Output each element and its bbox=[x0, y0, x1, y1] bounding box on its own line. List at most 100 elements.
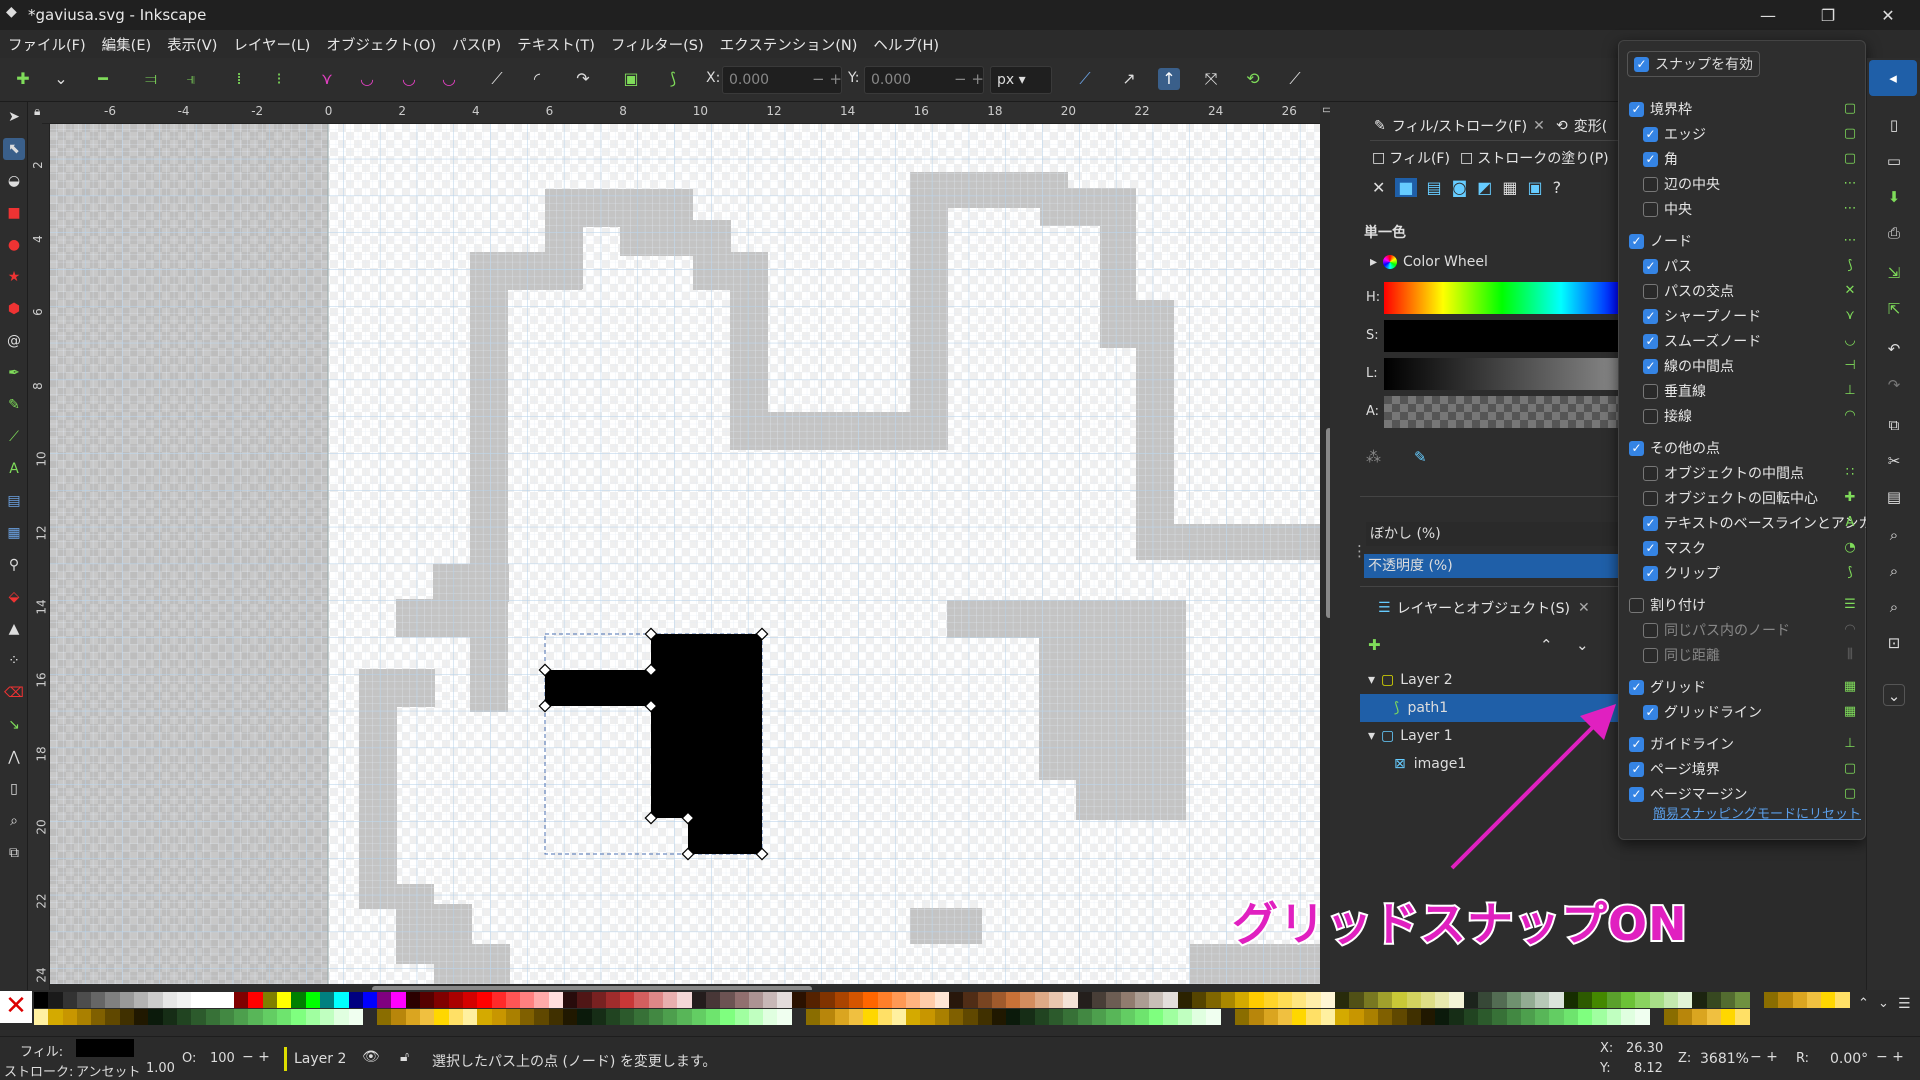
lpe-tool-icon[interactable]: ⋀ bbox=[3, 746, 25, 768]
3d-box-tool-icon[interactable]: ⬢ bbox=[3, 298, 25, 320]
color-swatch[interactable] bbox=[234, 1009, 249, 1025]
color-swatch[interactable] bbox=[1606, 992, 1621, 1008]
color-swatch[interactable] bbox=[1449, 1009, 1464, 1025]
color-swatch[interactable] bbox=[791, 992, 807, 1008]
rect-tool-icon[interactable]: ■ bbox=[3, 202, 25, 224]
color-swatch[interactable] bbox=[491, 1009, 506, 1025]
menu-extensions[interactable]: エクステンション(N) bbox=[720, 34, 858, 55]
color-swatch[interactable] bbox=[949, 992, 964, 1008]
color-swatch[interactable] bbox=[1678, 1009, 1693, 1025]
color-swatch[interactable] bbox=[1578, 1009, 1593, 1025]
color-swatch[interactable] bbox=[1006, 992, 1021, 1008]
tab-stroke-paint[interactable]: □ ストロークの塗り(P) bbox=[1460, 144, 1609, 172]
color-swatch[interactable] bbox=[1206, 992, 1221, 1008]
color-swatch[interactable] bbox=[1192, 992, 1207, 1008]
color-swatch[interactable] bbox=[405, 1009, 421, 1025]
color-swatch[interactable] bbox=[62, 1009, 77, 1025]
color-swatch[interactable] bbox=[1721, 992, 1736, 1008]
color-swatch[interactable] bbox=[1477, 1009, 1493, 1025]
color-swatch[interactable] bbox=[219, 992, 235, 1008]
snap-option-row[interactable]: ✓ ガイドライン bbox=[1629, 732, 1734, 756]
checkbox-unchecked-icon[interactable] bbox=[1629, 597, 1644, 613]
snap-option-row[interactable]: ✓ その他の点 bbox=[1629, 436, 1720, 460]
color-swatch[interactable] bbox=[562, 992, 578, 1008]
color-swatch[interactable] bbox=[1077, 992, 1092, 1008]
snap-option-row[interactable]: ✓ ページ境界 bbox=[1629, 757, 1720, 781]
layer-visibility-icon[interactable]: 👁︎ bbox=[362, 1049, 380, 1065]
color-swatch[interactable] bbox=[1435, 992, 1450, 1008]
color-swatch[interactable] bbox=[234, 992, 249, 1008]
color-swatch[interactable] bbox=[219, 1009, 235, 1025]
color-swatch[interactable] bbox=[891, 1009, 907, 1025]
color-swatch[interactable] bbox=[1192, 1009, 1207, 1025]
color-swatch[interactable] bbox=[405, 992, 421, 1008]
menu-view[interactable]: 表示(V) bbox=[167, 34, 217, 55]
snap-option-row[interactable]: ✓ スムーズノード bbox=[1643, 329, 1761, 353]
paint-bucket-icon[interactable]: ⬙ bbox=[3, 586, 25, 608]
color-swatch[interactable] bbox=[520, 1009, 535, 1025]
checkbox-checked-icon[interactable]: ✓ bbox=[1643, 333, 1658, 349]
enable-snapping-toggle[interactable]: ✓ スナップを有効 bbox=[1627, 51, 1760, 77]
color-swatch[interactable] bbox=[1477, 992, 1493, 1008]
color-swatch[interactable] bbox=[820, 992, 835, 1008]
color-swatch[interactable] bbox=[1778, 992, 1793, 1008]
node-tool-icon[interactable]: ⬉ bbox=[3, 138, 25, 160]
color-swatch[interactable] bbox=[1263, 992, 1278, 1008]
color-swatch[interactable] bbox=[191, 992, 206, 1008]
layer-lock-icon[interactable]: 🔓︎ bbox=[400, 1049, 409, 1065]
checkbox-checked-icon[interactable]: ✓ bbox=[1643, 540, 1658, 556]
color-swatch[interactable] bbox=[1635, 1009, 1650, 1025]
color-swatch[interactable] bbox=[491, 992, 506, 1008]
snap-option-row[interactable]: 同じパス内のノード bbox=[1643, 618, 1790, 642]
color-swatch[interactable] bbox=[162, 992, 177, 1008]
star-tool-icon[interactable]: ★ bbox=[3, 266, 25, 288]
color-swatch[interactable] bbox=[262, 992, 278, 1008]
color-swatch[interactable] bbox=[863, 1009, 878, 1025]
import-icon[interactable]: ⇲ bbox=[1883, 262, 1905, 284]
checkbox-unchecked-icon[interactable] bbox=[1643, 490, 1658, 506]
x-stepper[interactable]: − + bbox=[812, 70, 842, 88]
color-swatch[interactable] bbox=[863, 992, 878, 1008]
palette-scroll-down-icon[interactable]: ⌄ bbox=[1878, 996, 1889, 1011]
color-swatch[interactable] bbox=[1463, 1009, 1478, 1025]
color-swatch[interactable] bbox=[677, 1009, 692, 1025]
tweak-tool-icon[interactable]: ◒ bbox=[3, 170, 25, 192]
palette-menu-icon[interactable]: ☰ bbox=[1898, 996, 1911, 1012]
color-swatch[interactable] bbox=[577, 992, 592, 1008]
palette-scroll-up-icon[interactable]: ⌃ bbox=[1858, 996, 1869, 1011]
color-swatch[interactable] bbox=[1821, 992, 1836, 1008]
color-swatch[interactable] bbox=[591, 992, 606, 1008]
checkbox-checked-icon[interactable]: ✓ bbox=[1643, 358, 1658, 374]
color-swatch[interactable] bbox=[1406, 992, 1421, 1008]
cut-icon[interactable]: ✂ bbox=[1883, 450, 1905, 472]
snap-option-row[interactable]: ✓ グリッド bbox=[1629, 675, 1706, 699]
color-swatch[interactable] bbox=[877, 1009, 892, 1025]
color-swatch[interactable] bbox=[377, 992, 392, 1008]
color-swatch[interactable] bbox=[119, 992, 135, 1008]
color-swatch[interactable] bbox=[1606, 1009, 1621, 1025]
flat-color-icon[interactable]: ■ bbox=[1395, 178, 1417, 197]
color-swatch[interactable] bbox=[620, 992, 635, 1008]
color-swatch[interactable] bbox=[1163, 1009, 1178, 1025]
color-swatch[interactable] bbox=[205, 1009, 220, 1025]
checkbox-checked-icon[interactable]: ✓ bbox=[1629, 101, 1644, 117]
y-stepper[interactable]: − + bbox=[954, 70, 984, 88]
spiral-tool-icon[interactable]: @ bbox=[3, 330, 25, 352]
color-swatch[interactable] bbox=[777, 1009, 792, 1025]
dropper-tool-icon[interactable]: ⚲ bbox=[3, 554, 25, 576]
opacity-value[interactable]: 100 bbox=[210, 1051, 235, 1066]
checkbox-checked-icon[interactable]: ✓ bbox=[1629, 761, 1644, 777]
saturation-slider[interactable] bbox=[1384, 320, 1620, 352]
save-icon[interactable]: ⬇ bbox=[1883, 186, 1905, 208]
snap-option-row[interactable]: ✓ 線の中間点 bbox=[1643, 354, 1734, 378]
color-swatch[interactable] bbox=[391, 992, 406, 1008]
color-swatch[interactable] bbox=[1520, 992, 1536, 1008]
color-swatch[interactable] bbox=[1749, 992, 1764, 1008]
color-swatch[interactable] bbox=[1120, 992, 1135, 1008]
color-swatch[interactable] bbox=[1363, 992, 1378, 1008]
zoom-value[interactable]: 3681% bbox=[1700, 1051, 1749, 1067]
color-swatch[interactable] bbox=[1091, 992, 1107, 1008]
color-swatch[interactable] bbox=[162, 1009, 177, 1025]
color-swatch[interactable] bbox=[834, 1009, 849, 1025]
color-swatch[interactable] bbox=[1292, 1009, 1307, 1025]
